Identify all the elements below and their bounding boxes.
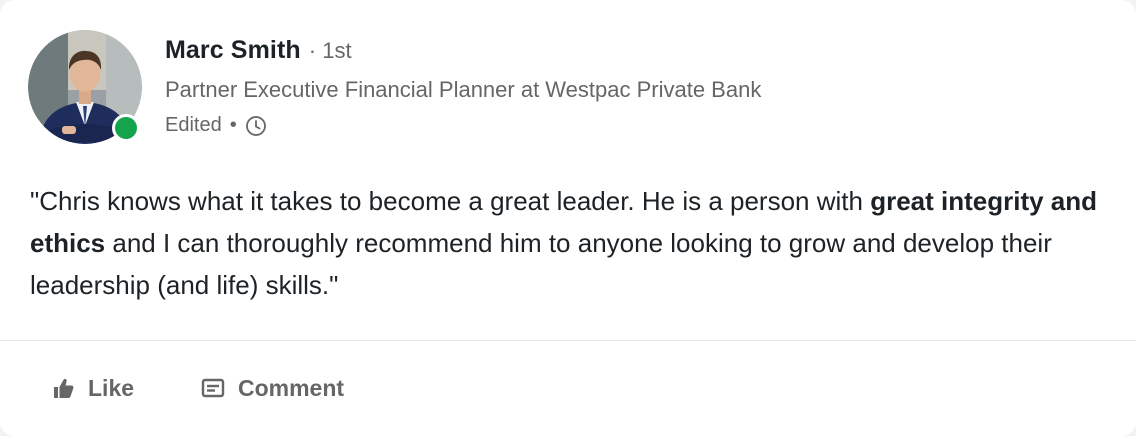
recommendation-text-part1: "Chris knows what it takes to become a g… [30, 186, 871, 216]
comment-label: Comment [238, 374, 345, 401]
edited-label: Edited [165, 114, 222, 136]
author-name-line: Marc Smith · 1st [165, 36, 761, 65]
author-avatar[interactable] [28, 30, 142, 144]
connection-degree: · 1st [308, 38, 352, 63]
recommendation-card: Marc Smith · 1st Partner Executive Finan… [0, 0, 1136, 436]
clock-icon [245, 115, 267, 137]
recommendation-text: "Chris knows what it takes to become a g… [30, 180, 1110, 306]
separator-dot: • [229, 114, 237, 136]
action-bar: Like Comment [0, 348, 1136, 432]
online-status-indicator [112, 114, 140, 142]
comment-button[interactable]: Comment [184, 360, 360, 416]
recommendation-text-part2: and I can thoroughly recommend him to an… [30, 228, 1052, 300]
edited-info: Edited • [165, 114, 761, 137]
comment-icon [201, 378, 225, 398]
author-name[interactable]: Marc Smith [165, 36, 301, 65]
author-meta: Marc Smith · 1st Partner Executive Finan… [165, 36, 761, 137]
author-headline: Partner Executive Financial Planner at W… [165, 77, 762, 102]
like-label: Like [88, 374, 135, 401]
divider [0, 340, 1136, 341]
author-header: Marc Smith · 1st Partner Executive Finan… [28, 30, 1108, 146]
like-button[interactable]: Like [34, 360, 150, 416]
thumbs-up-icon [54, 378, 74, 398]
